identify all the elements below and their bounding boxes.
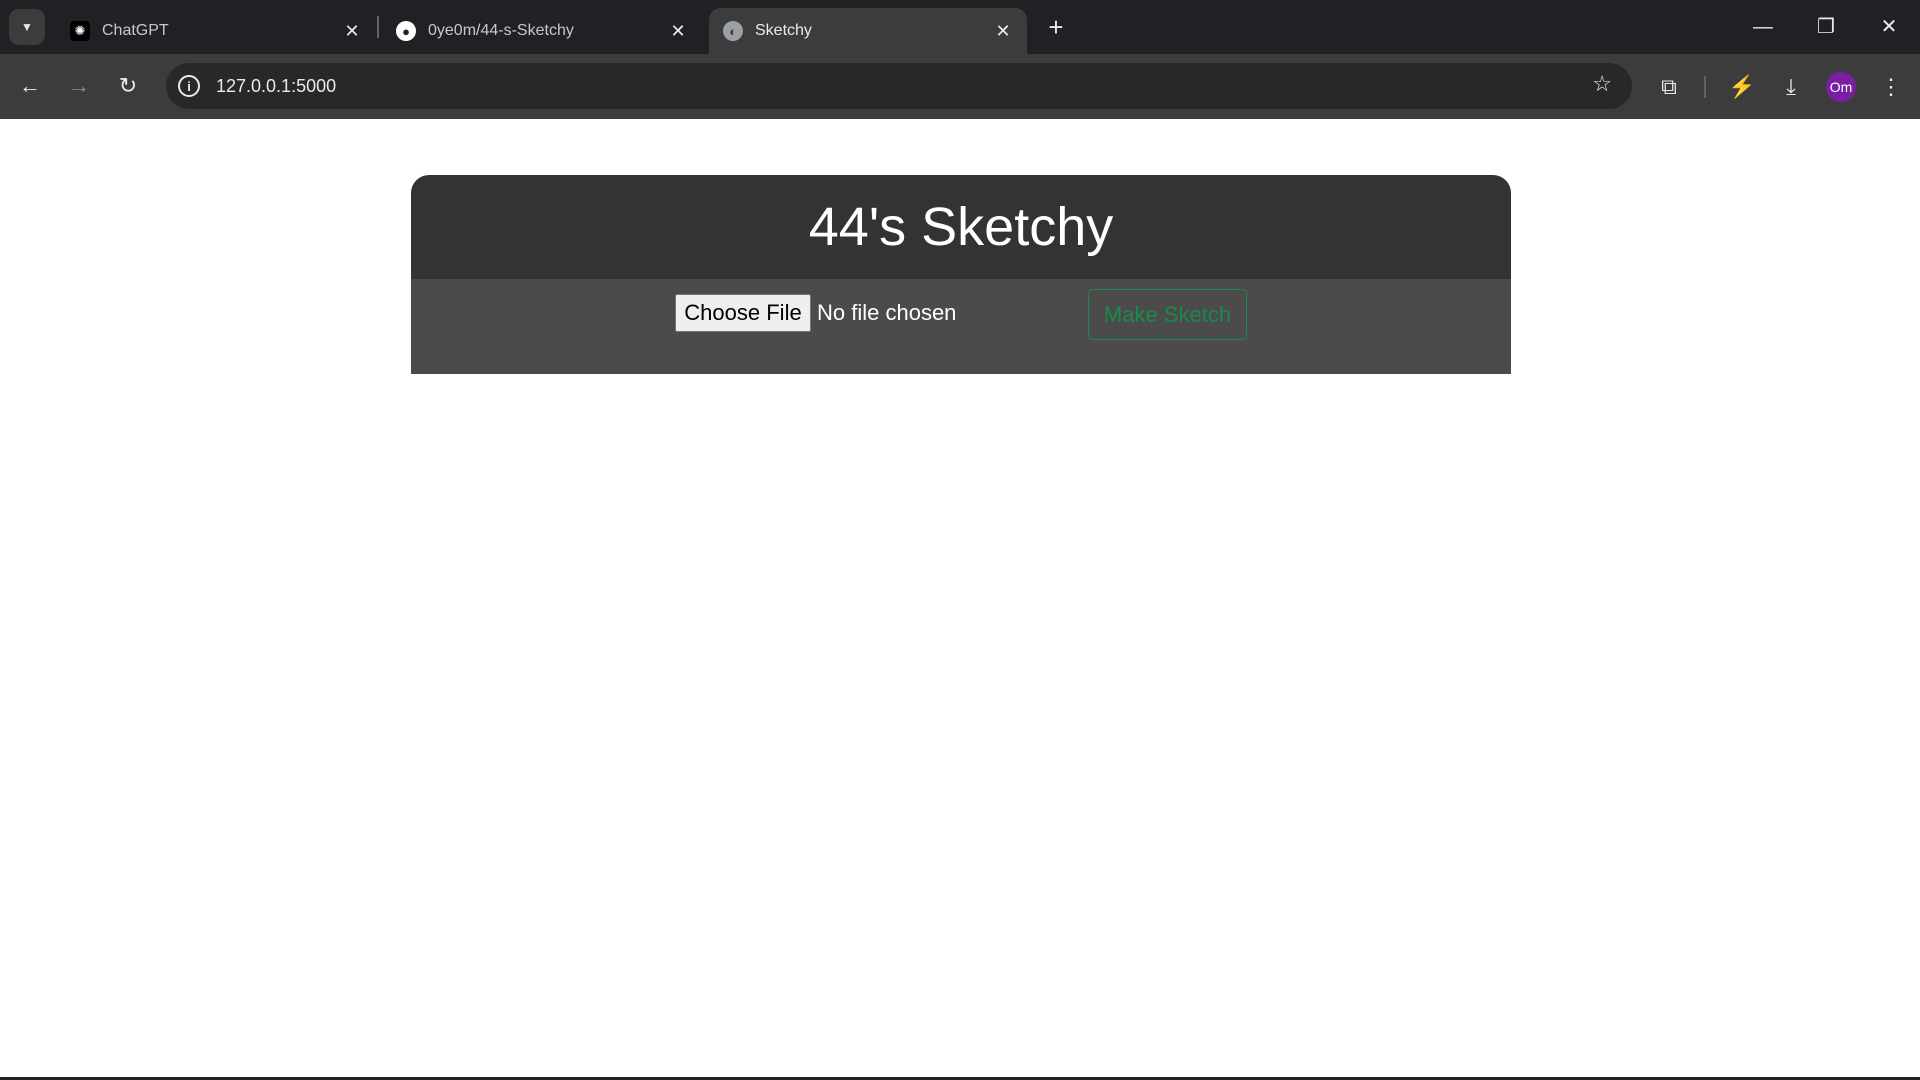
choose-file-button[interactable]: Choose File — [675, 294, 811, 332]
tab-github[interactable]: ● 0ye0m/44-s-Sketchy ✕ — [382, 8, 702, 54]
close-tab-icon[interactable]: ✕ — [342, 21, 362, 42]
tab-search-button[interactable]: ▼ — [9, 9, 45, 45]
tab-title: ChatGPT — [102, 22, 169, 39]
github-icon: ● — [396, 21, 416, 41]
minimize-button[interactable]: — — [1738, 8, 1788, 46]
menu-kebab-icon[interactable]: ⋮ — [1874, 70, 1908, 104]
tab-bar: ▼ ✺ ChatGPT ✕ ● 0ye0m/44-s-Sketchy ✕ ◐ S… — [0, 0, 1920, 54]
browser-toolbar: ← → ↻ i 127.0.0.1:5000 ☆ ⧉ ⚡ ⤓ ⋮ — [0, 54, 1920, 119]
forward-button[interactable]: → — [61, 68, 97, 104]
page-title: 44's Sketchy — [808, 197, 1114, 257]
tab-chatgpt[interactable]: ✺ ChatGPT ✕ — [56, 8, 376, 54]
app-header: 44's Sketchy — [411, 175, 1511, 279]
globe-icon: ◐ — [723, 21, 743, 41]
close-tab-icon[interactable]: ✕ — [668, 21, 688, 42]
extensions-icon[interactable]: ⧉ — [1652, 70, 1686, 104]
make-sketch-button[interactable]: Make Sketch — [1088, 289, 1247, 340]
restore-button[interactable]: ❐ — [1801, 8, 1851, 46]
performance-leaf-icon[interactable]: ⚡ — [1725, 70, 1759, 104]
close-window-button[interactable]: ✕ — [1864, 8, 1914, 46]
chatgpt-icon: ✺ — [70, 21, 90, 41]
tab-divider — [377, 16, 379, 38]
tab-title: Sketchy — [755, 22, 812, 39]
file-status-text: No file chosen — [817, 300, 957, 325]
back-button[interactable]: ← — [12, 68, 48, 104]
sketchy-app-card: 44's Sketchy Choose File No file chosen … — [411, 175, 1511, 374]
close-tab-icon[interactable]: ✕ — [993, 21, 1013, 42]
bookmark-star-icon[interactable]: ☆ — [1592, 71, 1612, 97]
site-info-icon[interactable]: i — [178, 75, 200, 97]
profile-avatar[interactable]: Om — [1826, 72, 1856, 102]
tab-sketchy[interactable]: ◐ Sketchy ✕ — [709, 8, 1027, 54]
url-text[interactable]: 127.0.0.1:5000 — [216, 76, 336, 97]
upload-form: Choose File No file chosen Make Sketch — [411, 279, 1511, 374]
chevron-down-icon: ▼ — [21, 20, 33, 34]
address-bar[interactable]: i 127.0.0.1:5000 ☆ — [166, 63, 1632, 109]
new-tab-button[interactable]: + — [1042, 10, 1070, 44]
tab-title: 0ye0m/44-s-Sketchy — [428, 22, 574, 39]
toolbar-divider — [1704, 76, 1706, 98]
reload-button[interactable]: ↻ — [110, 68, 146, 104]
download-icon[interactable]: ⤓ — [1774, 70, 1808, 104]
